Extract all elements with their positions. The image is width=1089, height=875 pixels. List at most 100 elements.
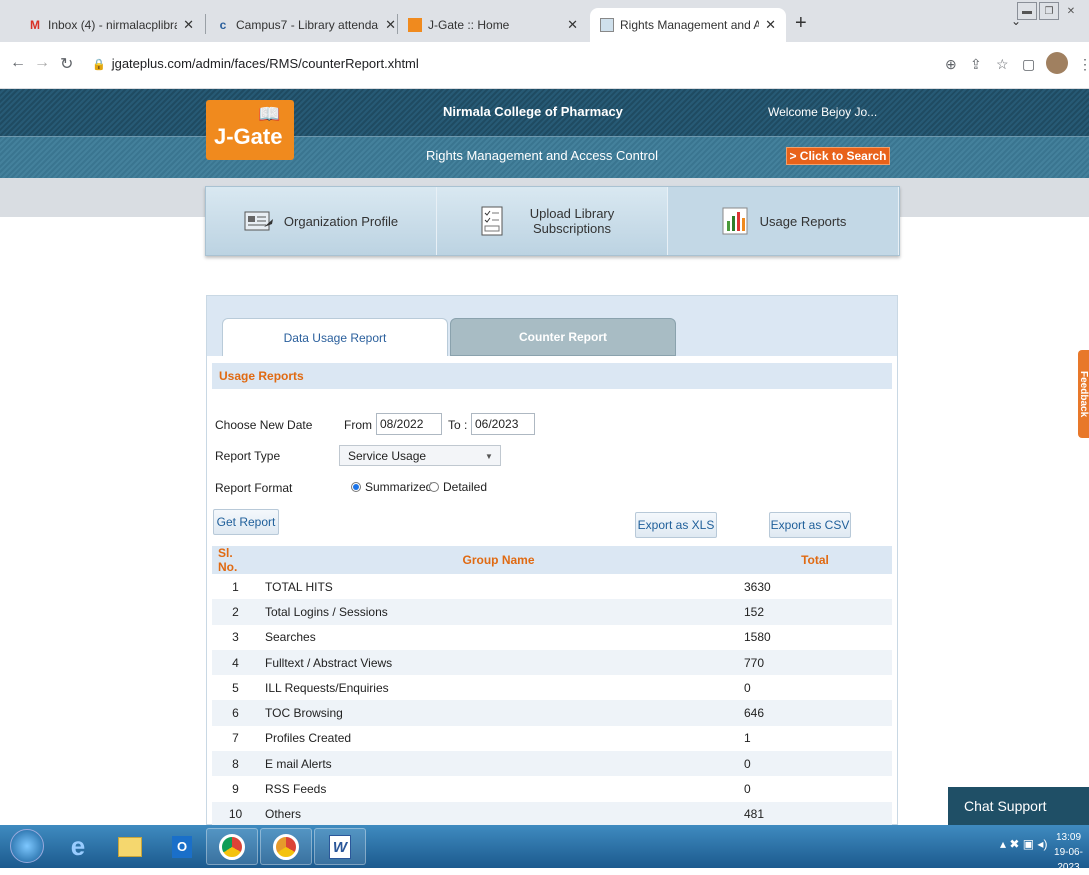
click-to-search-button[interactable]: > Click to Search xyxy=(786,147,890,165)
feedback-tab[interactable]: Feedback xyxy=(1078,350,1089,438)
table-row: 8E mail Alerts 0 xyxy=(212,751,892,777)
radio-selected-icon xyxy=(351,482,361,492)
row-total: 0 xyxy=(744,782,751,797)
url-text: jgateplus.com/admin/faces/RMS/counterRep… xyxy=(111,56,419,71)
row-sl-no: 8 xyxy=(212,751,259,777)
tab-campus7[interactable]: c Campus7 - Library attendance ✕ xyxy=(206,8,406,42)
logo-text: J-Gate xyxy=(214,124,283,149)
tab-jgate-home[interactable]: J-Gate :: Home ✕ xyxy=(398,8,588,42)
tab-counter-report[interactable]: Counter Report xyxy=(450,318,676,356)
row-group-name: Others xyxy=(259,801,738,827)
close-icon[interactable]: ✕ xyxy=(567,17,578,33)
main-nav: Organization Profile Upload Library Subs… xyxy=(205,186,900,256)
outlook-icon[interactable]: O xyxy=(156,828,208,865)
window-controls: ▬ ❐ ✕ xyxy=(1017,2,1081,20)
tab-rights-management[interactable]: Rights Management and Access ✕ xyxy=(590,8,786,42)
zoom-icon[interactable]: ⊕ xyxy=(945,56,957,73)
column-header-sl-no: Sl. No. xyxy=(212,546,259,574)
report-type-value: Service Usage xyxy=(348,448,427,463)
table-row: 2 Total Logins / Sessions 152 xyxy=(212,599,892,625)
profile-card-icon xyxy=(244,206,274,236)
row-total: 770 xyxy=(738,649,892,676)
format-detailed-radio[interactable]: Detailed xyxy=(429,480,487,494)
report-format-label: Report Format xyxy=(215,481,293,495)
close-icon[interactable]: ✕ xyxy=(765,17,776,33)
table-row: 1 TOTAL HITS 3630 xyxy=(212,574,892,599)
from-date-input[interactable]: 08/2022 xyxy=(376,413,442,435)
row-group-name: E mail Alerts xyxy=(259,751,738,777)
row-sl-no: 3 xyxy=(232,630,239,645)
gmail-icon: M xyxy=(30,18,40,32)
nav-upload-library-subscriptions[interactable]: Upload Library Subscriptions xyxy=(437,187,668,255)
nav-organization-profile[interactable]: Organization Profile xyxy=(206,187,437,255)
clock-time: 13:09 xyxy=(1055,832,1082,843)
word-icon[interactable]: W xyxy=(314,828,366,865)
radio-label: Detailed xyxy=(443,480,488,494)
side-panel-icon[interactable]: ▢ xyxy=(1022,56,1035,73)
clock-date: 19-06-2023 xyxy=(1054,847,1083,873)
table-row: 9 RSS Feeds 0 xyxy=(212,776,892,801)
college-name: Nirmala College of Pharmacy xyxy=(443,104,623,119)
tab-title: Rights Management and Access xyxy=(620,18,760,32)
nav-label: Usage Reports xyxy=(759,213,847,229)
row-total: 1 xyxy=(744,731,751,746)
report-tab-bar: Data Usage Report Counter Report xyxy=(207,296,897,356)
to-date-input[interactable]: 06/2023 xyxy=(471,413,535,435)
row-total: 646 xyxy=(738,700,892,726)
reload-icon[interactable]: ↻ xyxy=(60,54,73,74)
column-header-total: Total xyxy=(738,546,892,574)
menu-dots-icon[interactable]: ⋮ xyxy=(1078,56,1089,73)
new-tab-button[interactable]: + xyxy=(795,12,807,35)
restore-icon[interactable]: ❐ xyxy=(1039,2,1059,20)
file-explorer-icon[interactable] xyxy=(104,828,156,865)
chrome-icon[interactable] xyxy=(206,828,258,865)
row-sl-no: 2 xyxy=(212,599,259,625)
back-icon[interactable]: ← xyxy=(10,54,26,72)
get-report-button[interactable]: Get Report xyxy=(213,509,279,535)
radio-label: Summarized xyxy=(365,480,433,494)
book-icon: 📖 xyxy=(258,104,281,124)
tab-title: Campus7 - Library attendance xyxy=(236,18,379,32)
bar-chart-icon xyxy=(720,206,750,236)
from-label: From : xyxy=(344,418,379,432)
tab-data-usage-report[interactable]: Data Usage Report xyxy=(222,318,448,356)
row-sl-no: 10 xyxy=(212,801,259,827)
row-sl-no: 7 xyxy=(232,731,239,746)
row-group-name: Total Logins / Sessions xyxy=(259,599,738,625)
export-xls-button[interactable]: Export as XLS xyxy=(635,512,717,538)
close-window-icon[interactable]: ✕ xyxy=(1061,2,1081,20)
format-summarized-radio[interactable]: Summarized xyxy=(351,480,432,494)
date-label: Choose New Date xyxy=(215,418,313,432)
internet-explorer-icon[interactable]: e xyxy=(52,828,104,865)
forward-icon[interactable]: → xyxy=(34,54,50,72)
row-total: 481 xyxy=(738,801,892,827)
row-group-name: Profiles Created xyxy=(265,731,352,746)
jgate-icon xyxy=(408,18,422,32)
nav-usage-reports[interactable]: Usage Reports xyxy=(668,187,899,255)
chrome-canary-icon[interactable] xyxy=(260,828,312,865)
table-row: 4 Fulltext / Abstract Views 770 xyxy=(212,649,892,676)
profile-avatar[interactable] xyxy=(1046,52,1068,74)
header-subtitle: Rights Management and Access Control xyxy=(426,148,658,163)
report-type-select[interactable]: Service Usage ▼ xyxy=(339,445,501,466)
row-group-name: TOTAL HITS xyxy=(265,579,333,594)
close-icon[interactable]: ✕ xyxy=(385,17,396,33)
tab-gmail[interactable]: M Inbox (4) - nirmalacplibrary@gm ✕ xyxy=(18,8,204,42)
bookmark-star-icon[interactable]: ☆ xyxy=(996,56,1009,73)
column-header-group-name: Group Name xyxy=(259,546,738,574)
minimize-icon[interactable]: ▬ xyxy=(1017,2,1037,20)
radio-unselected-icon xyxy=(429,482,439,492)
usage-report-table: Sl. No. Group Name Total 1 TOTAL HITS 3630… xyxy=(212,546,892,827)
export-csv-button[interactable]: Export as CSV xyxy=(769,512,851,538)
chat-support-button[interactable]: Chat Support xyxy=(948,787,1089,825)
url-field[interactable]: 🔒 jgateplus.com/admin/faces/RMS/counterRe… xyxy=(92,56,419,71)
jgate-logo[interactable]: 📖 J-Gate xyxy=(206,100,294,160)
row-total: 0 xyxy=(744,680,751,695)
start-button[interactable] xyxy=(10,829,44,863)
row-total: 0 xyxy=(738,751,892,777)
to-label: To : xyxy=(448,418,468,432)
share-icon[interactable]: ⇪ xyxy=(970,56,982,73)
system-tray-icons[interactable]: ▴ ✖ ▣ ◂) xyxy=(1000,837,1047,851)
close-icon[interactable]: ✕ xyxy=(183,17,194,33)
table-row: 6 TOC Browsing 646 xyxy=(212,700,892,726)
